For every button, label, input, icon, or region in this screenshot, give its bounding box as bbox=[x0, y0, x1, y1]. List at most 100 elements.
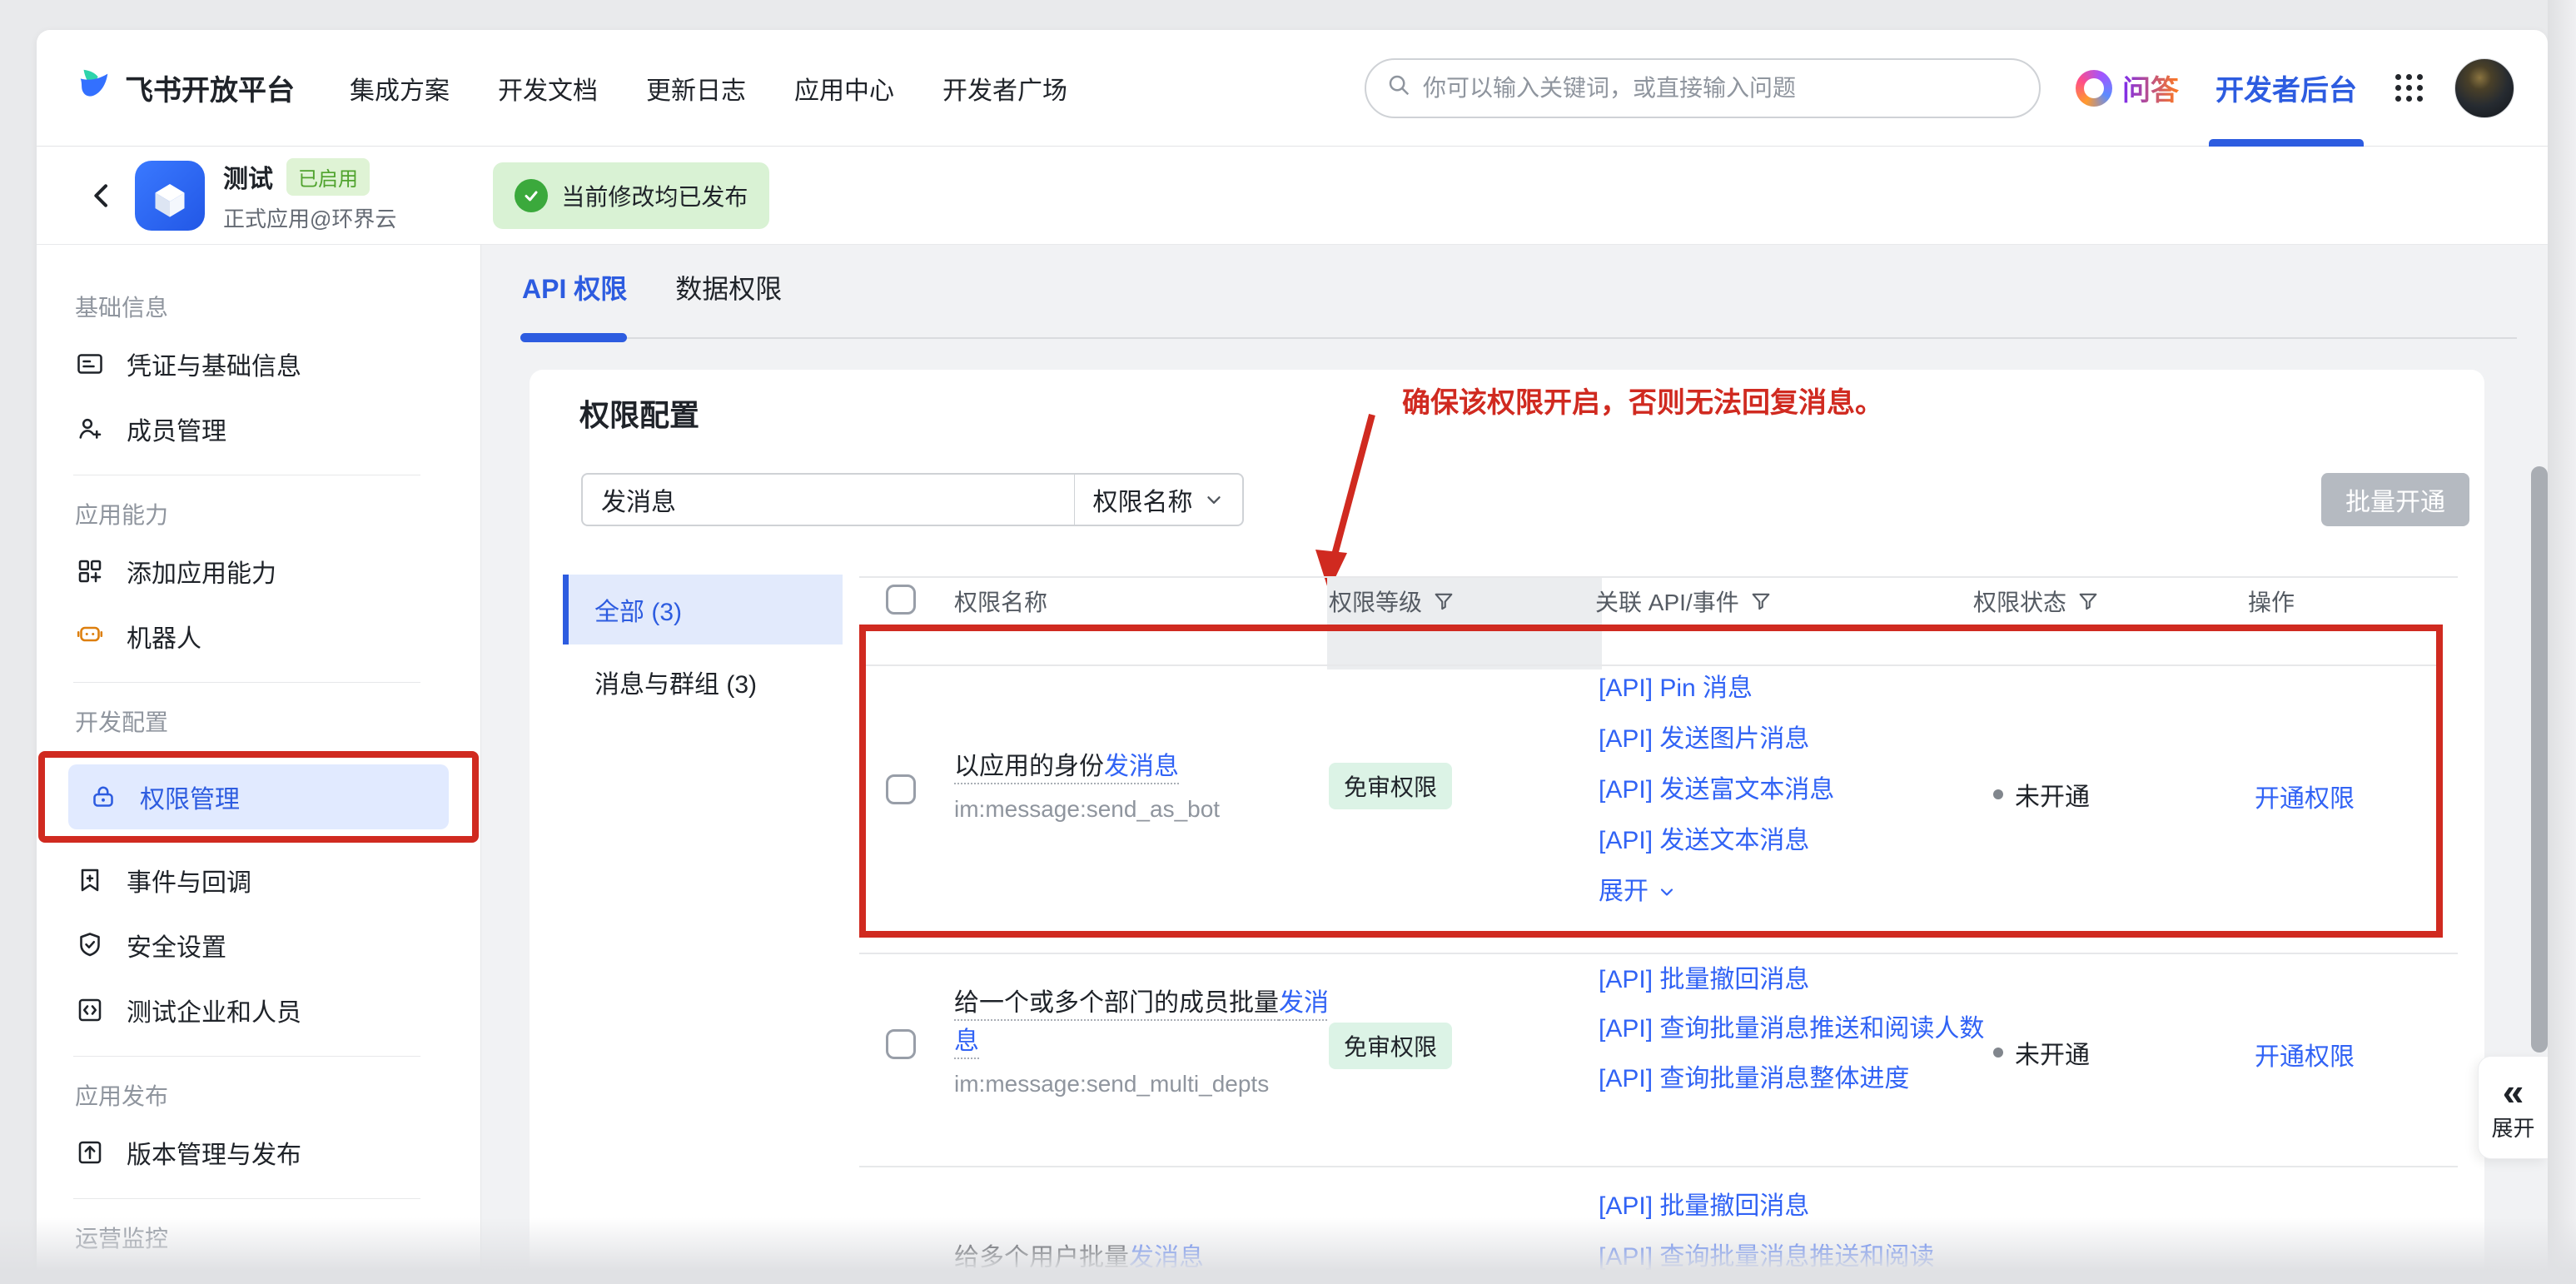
sidebar-item-members[interactable]: 成员管理 bbox=[55, 396, 462, 461]
feishu-logo-icon bbox=[75, 66, 113, 111]
qa-link[interactable]: 问答 bbox=[2076, 67, 2179, 108]
sidebar-item-label: 事件与回调 bbox=[127, 862, 251, 898]
permission-name[interactable]: 给一个或多个部门的成员批量发消息 bbox=[954, 989, 1329, 1055]
sidebar-item-test-org[interactable]: 测试企业和人员 bbox=[55, 978, 462, 1043]
sidebar: 基础信息 凭证与基础信息 成员管理 应用能力 添加应用能力 bbox=[37, 245, 481, 1284]
robot-icon bbox=[75, 618, 105, 654]
publish-status-text: 当前修改均已发布 bbox=[561, 179, 748, 212]
api-list: [API] 批量撤回消息 [API] 查询批量消息推送和阅读 bbox=[1599, 1181, 1990, 1282]
permission-tabs: API 权限 数据权限 bbox=[522, 268, 782, 306]
category-all[interactable]: 全部 (3) bbox=[563, 575, 843, 644]
expand-panel-label: 展开 bbox=[2491, 1112, 2534, 1142]
window-right-shadow bbox=[2548, 0, 2576, 1284]
back-button[interactable] bbox=[83, 177, 120, 214]
enable-permission-link[interactable]: 开通权限 bbox=[2255, 1036, 2355, 1072]
sidebar-item-credentials[interactable]: 凭证与基础信息 bbox=[55, 331, 462, 396]
permission-name-cell: 给一个或多个部门的成员批量发消息 im:message:send_multi_d… bbox=[954, 984, 1333, 1097]
col-header-status: 权限状态 bbox=[1973, 585, 2100, 618]
active-tab-indicator bbox=[520, 333, 627, 342]
qa-ring-icon bbox=[2076, 70, 2112, 107]
annotation-red-box-row bbox=[859, 625, 2443, 938]
main-content: API 权限 数据权限 权限配置 确保该权限开启，否则无法回复消息。 权限名称 bbox=[481, 245, 2548, 1284]
col-header-apis: 关联 API/事件 bbox=[1595, 585, 1773, 618]
sidebar-item-permissions[interactable]: 权限管理 bbox=[68, 764, 449, 829]
apps-grid-icon[interactable] bbox=[2395, 74, 2423, 102]
lock-icon bbox=[88, 782, 118, 812]
code-box-icon bbox=[75, 995, 105, 1025]
screen: 飞书开放平台 集成方案 开发文档 更新日志 应用中心 开发者广场 问答 开发者后… bbox=[0, 0, 2576, 1284]
table-top-border bbox=[859, 576, 2458, 578]
sidebar-item-label: 测试企业和人员 bbox=[127, 992, 301, 1028]
permission-name[interactable]: 给多个用户批量发消息 bbox=[954, 1244, 1204, 1272]
search-field-select[interactable]: 权限名称 bbox=[1074, 473, 1244, 526]
sidebar-item-add-capability[interactable]: 添加应用能力 bbox=[55, 539, 462, 604]
app-header: 测试 已启用 正式应用@环界云 当前修改均已发布 bbox=[37, 147, 2548, 245]
expand-panel-button[interactable]: « 展开 bbox=[2478, 1056, 2548, 1159]
category-messages-groups[interactable]: 消息与群组 (3) bbox=[563, 653, 843, 711]
scrollbar-thumb[interactable] bbox=[2531, 466, 2548, 1053]
user-avatar[interactable] bbox=[2454, 58, 2514, 118]
tab-api-permissions[interactable]: API 权限 bbox=[522, 268, 627, 306]
api-link[interactable]: [API] 查询批量消息推送和阅读人数 bbox=[1599, 1005, 1990, 1053]
api-list: [API] 批量撤回消息 [API] 查询批量消息推送和阅读人数 [API] 查… bbox=[1599, 954, 1990, 1104]
logo-text: 飞书开放平台 bbox=[125, 67, 295, 108]
filter-funnel-icon bbox=[1432, 590, 1455, 613]
upload-box-icon bbox=[75, 1137, 105, 1167]
status-cell: 未开通 bbox=[1993, 1034, 2090, 1071]
sidebar-item-bot[interactable]: 机器人 bbox=[55, 604, 462, 669]
api-link[interactable]: [API] 查询批量消息推送和阅读 bbox=[1599, 1232, 1990, 1282]
app-name: 测试 bbox=[223, 158, 273, 195]
permission-search-input[interactable] bbox=[581, 473, 1076, 526]
sidebar-item-security[interactable]: 安全设置 bbox=[55, 913, 462, 978]
search-field-label: 权限名称 bbox=[1093, 481, 1193, 518]
bulk-enable-button[interactable]: 批量开通 bbox=[2321, 473, 2469, 526]
nav-item-solutions[interactable]: 集成方案 bbox=[350, 70, 450, 107]
check-icon bbox=[515, 179, 548, 212]
filter-funnel-icon bbox=[1749, 590, 1773, 613]
nav-item-app-center[interactable]: 应用中心 bbox=[794, 70, 894, 107]
section-title: 基础信息 bbox=[37, 281, 480, 331]
divider bbox=[73, 682, 420, 683]
sidebar-item-label: 机器人 bbox=[127, 618, 201, 654]
app-subtitle: 正式应用@环界云 bbox=[223, 202, 396, 233]
flag-add-icon bbox=[75, 865, 105, 895]
sidebar-section-capabilities: 应用能力 添加应用能力 机器人 bbox=[37, 489, 480, 669]
sidebar-item-events[interactable]: 事件与回调 bbox=[55, 848, 462, 913]
category-label: 全部 (3) bbox=[594, 591, 682, 628]
level-badge: 免审权限 bbox=[1329, 1269, 1452, 1284]
row-checkbox[interactable] bbox=[886, 1029, 916, 1059]
qa-label: 问答 bbox=[2122, 67, 2179, 108]
section-title: 应用发布 bbox=[37, 1070, 480, 1120]
section-title: 运营监控 bbox=[37, 1212, 480, 1262]
tab-divider bbox=[520, 337, 2517, 339]
publish-status-banner: 当前修改均已发布 bbox=[493, 162, 769, 229]
api-link[interactable]: [API] 批量撤回消息 bbox=[1599, 954, 1990, 1005]
nav-item-dev-plaza[interactable]: 开发者广场 bbox=[942, 70, 1067, 107]
status-badge: 已启用 bbox=[286, 158, 370, 196]
app-meta: 测试 已启用 正式应用@环界云 bbox=[223, 158, 396, 233]
section-title: 应用能力 bbox=[37, 489, 480, 539]
nav-item-changelog[interactable]: 更新日志 bbox=[646, 70, 746, 107]
col-header-name: 权限名称 bbox=[954, 585, 1047, 618]
developer-console-link[interactable]: 开发者后台 bbox=[2215, 30, 2357, 147]
nav-item-docs[interactable]: 开发文档 bbox=[498, 70, 598, 107]
sidebar-item-version-release[interactable]: 版本管理与发布 bbox=[55, 1120, 462, 1185]
tab-data-permissions[interactable]: 数据权限 bbox=[675, 268, 782, 306]
sidebar-section-dev-config: 开发配置 权限管理 事件与回调 安全设置 bbox=[37, 696, 480, 1043]
api-link[interactable]: [API] 批量撤回消息 bbox=[1599, 1181, 1990, 1232]
api-link[interactable]: [API] 查询批量消息整体进度 bbox=[1599, 1053, 1990, 1104]
global-search[interactable] bbox=[1365, 58, 2041, 118]
platform-logo[interactable]: 飞书开放平台 bbox=[75, 66, 295, 111]
app-icon bbox=[135, 161, 205, 231]
sidebar-section-release: 应用发布 版本管理与发布 bbox=[37, 1070, 480, 1185]
sidebar-item-label: 安全设置 bbox=[127, 927, 226, 963]
status-text: 未开通 bbox=[2015, 1034, 2090, 1071]
annotation-text: 确保该权限开启，否则无法回复消息。 bbox=[1402, 380, 1883, 421]
row-divider bbox=[859, 1166, 2458, 1167]
select-all-checkbox[interactable] bbox=[886, 585, 916, 615]
app-window: 飞书开放平台 集成方案 开发文档 更新日志 应用中心 开发者广场 问答 开发者后… bbox=[37, 30, 2548, 1284]
permission-scope: im:message:send_multi_depts bbox=[954, 1071, 1333, 1097]
search-input[interactable] bbox=[1423, 75, 2019, 102]
level-badge: 免审权限 bbox=[1329, 1023, 1452, 1069]
section-title: 开发配置 bbox=[37, 696, 480, 746]
